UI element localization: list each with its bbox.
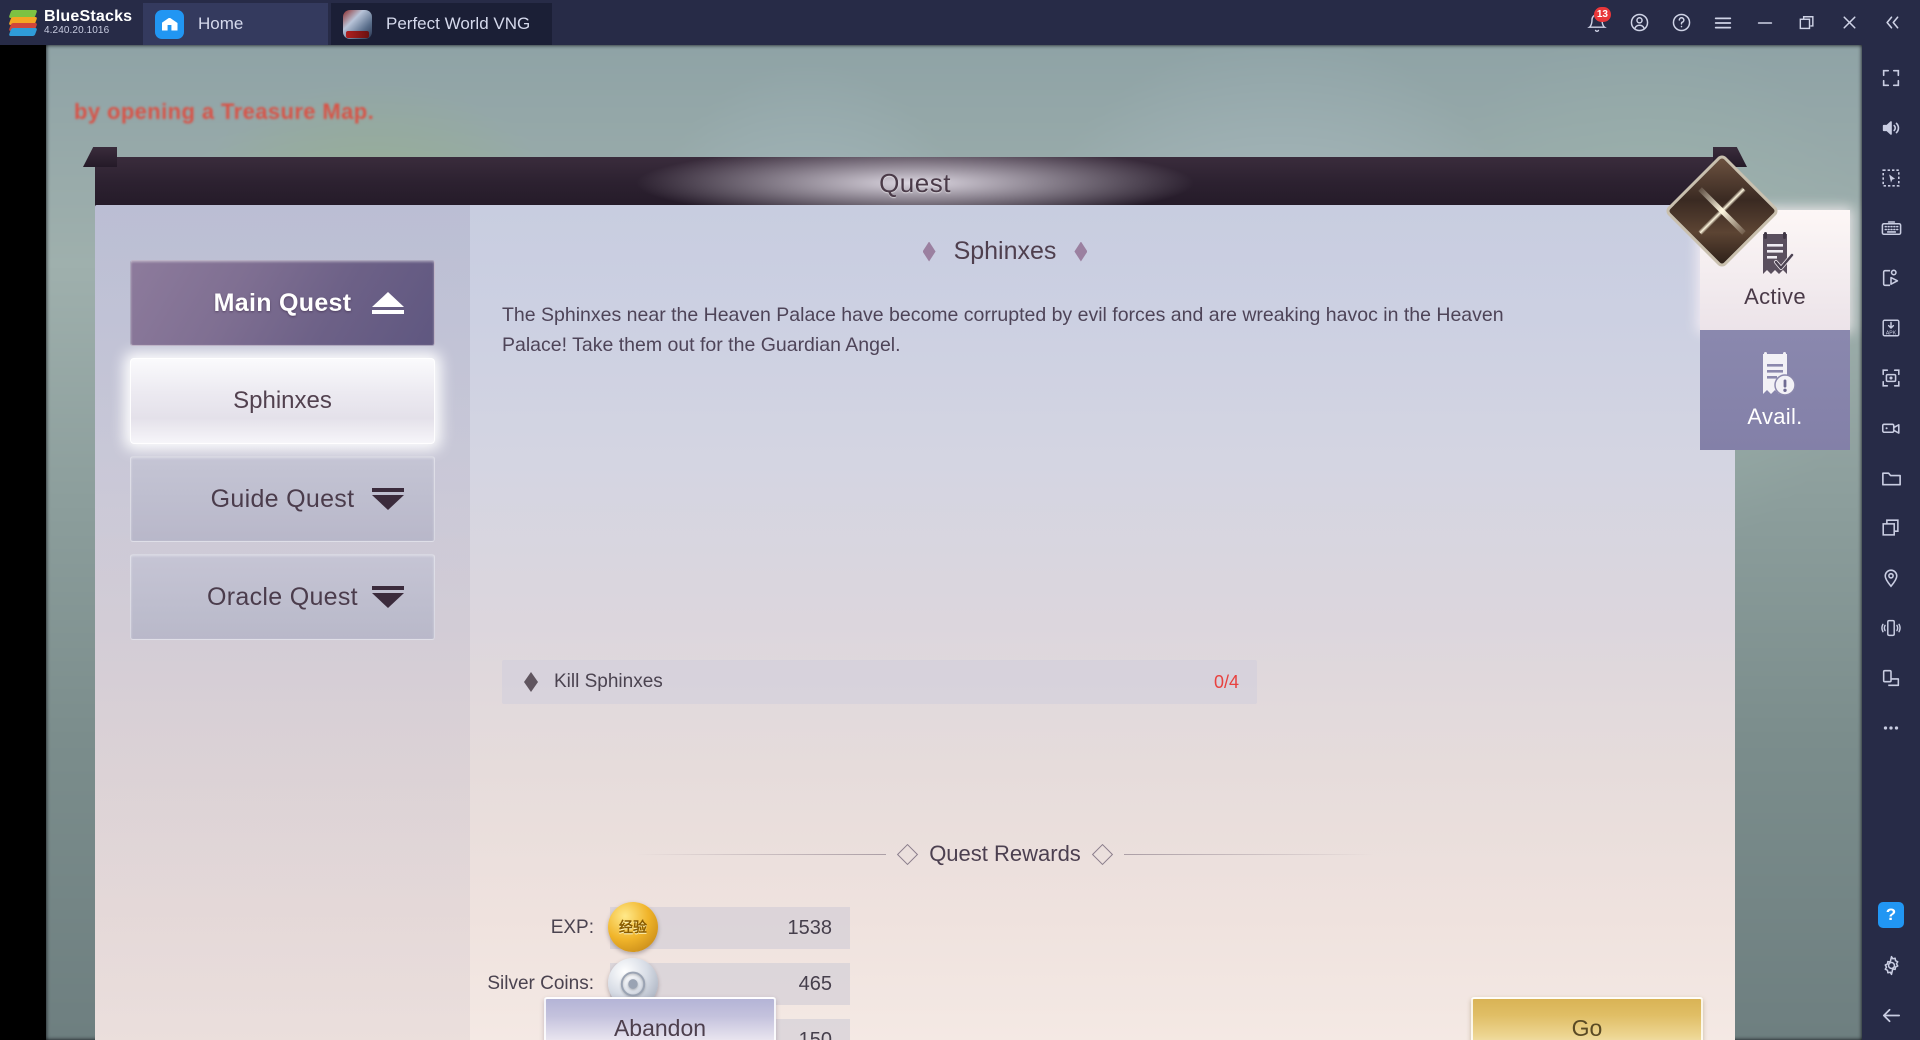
reward-row-exp: EXP: 经验 1538: [470, 902, 1540, 952]
tab-strip: Home Perfect World VNG: [143, 0, 553, 45]
gamepad-macro-icon[interactable]: [1866, 253, 1916, 303]
rewards-heading-label: Quest Rewards: [929, 841, 1081, 866]
reward-exp-box: 经验 1538: [608, 902, 850, 952]
quest-description: The Sphinxes near the Heaven Palace have…: [502, 304, 1504, 357]
notification-badge: 13: [1593, 7, 1611, 22]
quest-name: Sphinxes: [953, 237, 1057, 265]
quest-rewards-heading: Quest Rewards: [470, 841, 1540, 867]
location-pin-icon[interactable]: [1866, 553, 1916, 603]
quest-window-body: Main Quest Sphinxes Guide Quest Oracle Q…: [95, 205, 1735, 1040]
game-app-icon: [343, 9, 372, 39]
quest-action-bar: Abandon Go: [470, 997, 1735, 1040]
rotate-screen-icon[interactable]: [1866, 653, 1916, 703]
go-button[interactable]: Go: [1471, 997, 1703, 1040]
nav-main-quest[interactable]: Main Quest: [130, 260, 435, 346]
tab-game-label: Perfect World VNG: [386, 14, 531, 33]
shake-icon[interactable]: [1866, 603, 1916, 653]
divider-right: [1123, 853, 1374, 855]
pointer-select-icon[interactable]: [1866, 153, 1916, 203]
diamond-left-icon: [922, 241, 936, 262]
tab-home[interactable]: Home: [143, 3, 328, 45]
help-button-label: ?: [1878, 902, 1904, 928]
folder-icon[interactable]: [1866, 453, 1916, 503]
keyboard-icon[interactable]: [1866, 203, 1916, 253]
nav-guide-quest-label: Guide Quest: [210, 484, 355, 513]
nav-quest-sphinxes-label: Sphinxes: [233, 387, 332, 414]
bluestacks-logo-icon: [8, 9, 38, 36]
reward-silver-value: 465: [798, 972, 832, 995]
quest-detail-panel: Sphinxes The Sphinxes near the Heaven Pa…: [470, 205, 1735, 1040]
exp-coin-icon: 经验: [608, 902, 658, 952]
scroll-check-icon: [1752, 230, 1798, 280]
apk-install-icon[interactable]: APK: [1866, 303, 1916, 353]
fullscreen-icon[interactable]: [1866, 53, 1916, 103]
title-bar: BlueStacks 4.240.20.1016 Home Perfect Wo…: [0, 0, 1920, 45]
tab-active-label: Active: [1744, 284, 1806, 309]
triangle-down-icon: [372, 488, 404, 510]
quest-category-nav: Main Quest Sphinxes Guide Quest Oracle Q…: [95, 205, 470, 1040]
multi-instance-icon[interactable]: [1866, 503, 1916, 553]
letterbox-left: [0, 45, 46, 1040]
nav-oracle-quest-label: Oracle Quest: [207, 582, 358, 611]
reward-silver-label: Silver Coins:: [487, 973, 594, 994]
reward-exp-value: 1538: [787, 916, 833, 939]
tab-available-label: Avail.: [1747, 404, 1803, 429]
home-icon: [155, 9, 184, 39]
quest-objective-row: Kill Sphinxes 0/4: [502, 660, 1257, 704]
brand-name: BlueStacks: [44, 7, 133, 25]
back-arrow-icon[interactable]: [1866, 990, 1916, 1040]
game-viewport: by opening a Treasure Map. Quest Active …: [0, 45, 1862, 1040]
minimize-icon[interactable]: [1744, 0, 1786, 45]
account-icon[interactable]: [1618, 0, 1660, 45]
bluestacks-window: BlueStacks 4.240.20.1016 Home Perfect Wo…: [0, 0, 1920, 1040]
quest-detail-title: Sphinxes: [470, 237, 1540, 266]
nav-main-quest-label: Main Quest: [213, 288, 352, 317]
quest-window-title: Quest: [879, 167, 951, 198]
close-icon[interactable]: [1828, 0, 1870, 45]
diamond-right-icon: [1074, 241, 1088, 262]
nav-quest-sphinxes[interactable]: Sphinxes: [130, 358, 435, 444]
maximize-icon[interactable]: [1786, 0, 1828, 45]
diamond-outline-right-icon: [1091, 843, 1113, 865]
objective-text: Kill Sphinxes: [554, 671, 663, 692]
triangle-up-icon: [372, 292, 404, 314]
tab-perfect-world-vng[interactable]: Perfect World VNG: [331, 3, 553, 45]
scroll-alert-icon: [1752, 350, 1798, 400]
quest-window: Quest Active Avail. Main Quest Sphinxes …: [95, 115, 1850, 1040]
notifications-bell-icon[interactable]: 13: [1576, 0, 1618, 45]
window-controls: 13: [1576, 0, 1920, 45]
bluestacks-brand: BlueStacks 4.240.20.1016: [0, 0, 143, 45]
abandon-button[interactable]: Abandon: [544, 997, 776, 1040]
more-dots-icon[interactable]: [1866, 703, 1916, 753]
svg-text:APK: APK: [1886, 330, 1897, 336]
collapse-chevrons-icon[interactable]: [1870, 0, 1912, 45]
hamburger-menu-icon[interactable]: [1702, 0, 1744, 45]
diamond-outline-left-icon: [897, 843, 919, 865]
nav-oracle-quest[interactable]: Oracle Quest: [130, 554, 435, 640]
tab-available-quests[interactable]: Avail.: [1700, 330, 1850, 450]
volume-icon[interactable]: [1866, 103, 1916, 153]
divider-left: [636, 853, 887, 855]
settings-gear-icon[interactable]: [1866, 940, 1916, 990]
reward-exp-label: EXP:: [550, 917, 594, 938]
bluestacks-toolbar: APK ?: [1862, 45, 1920, 1040]
help-circle-icon[interactable]: [1660, 0, 1702, 45]
nav-guide-quest[interactable]: Guide Quest: [130, 456, 435, 542]
objective-diamond-icon: [524, 672, 538, 692]
help-button[interactable]: ?: [1866, 890, 1916, 940]
screenshot-icon[interactable]: [1866, 353, 1916, 403]
brand-version: 4.240.20.1016: [44, 24, 110, 36]
objective-progress: 0/4: [1213, 671, 1239, 692]
tab-home-label: Home: [198, 14, 244, 33]
video-record-icon[interactable]: [1866, 403, 1916, 453]
triangle-down-icon: [372, 586, 404, 608]
